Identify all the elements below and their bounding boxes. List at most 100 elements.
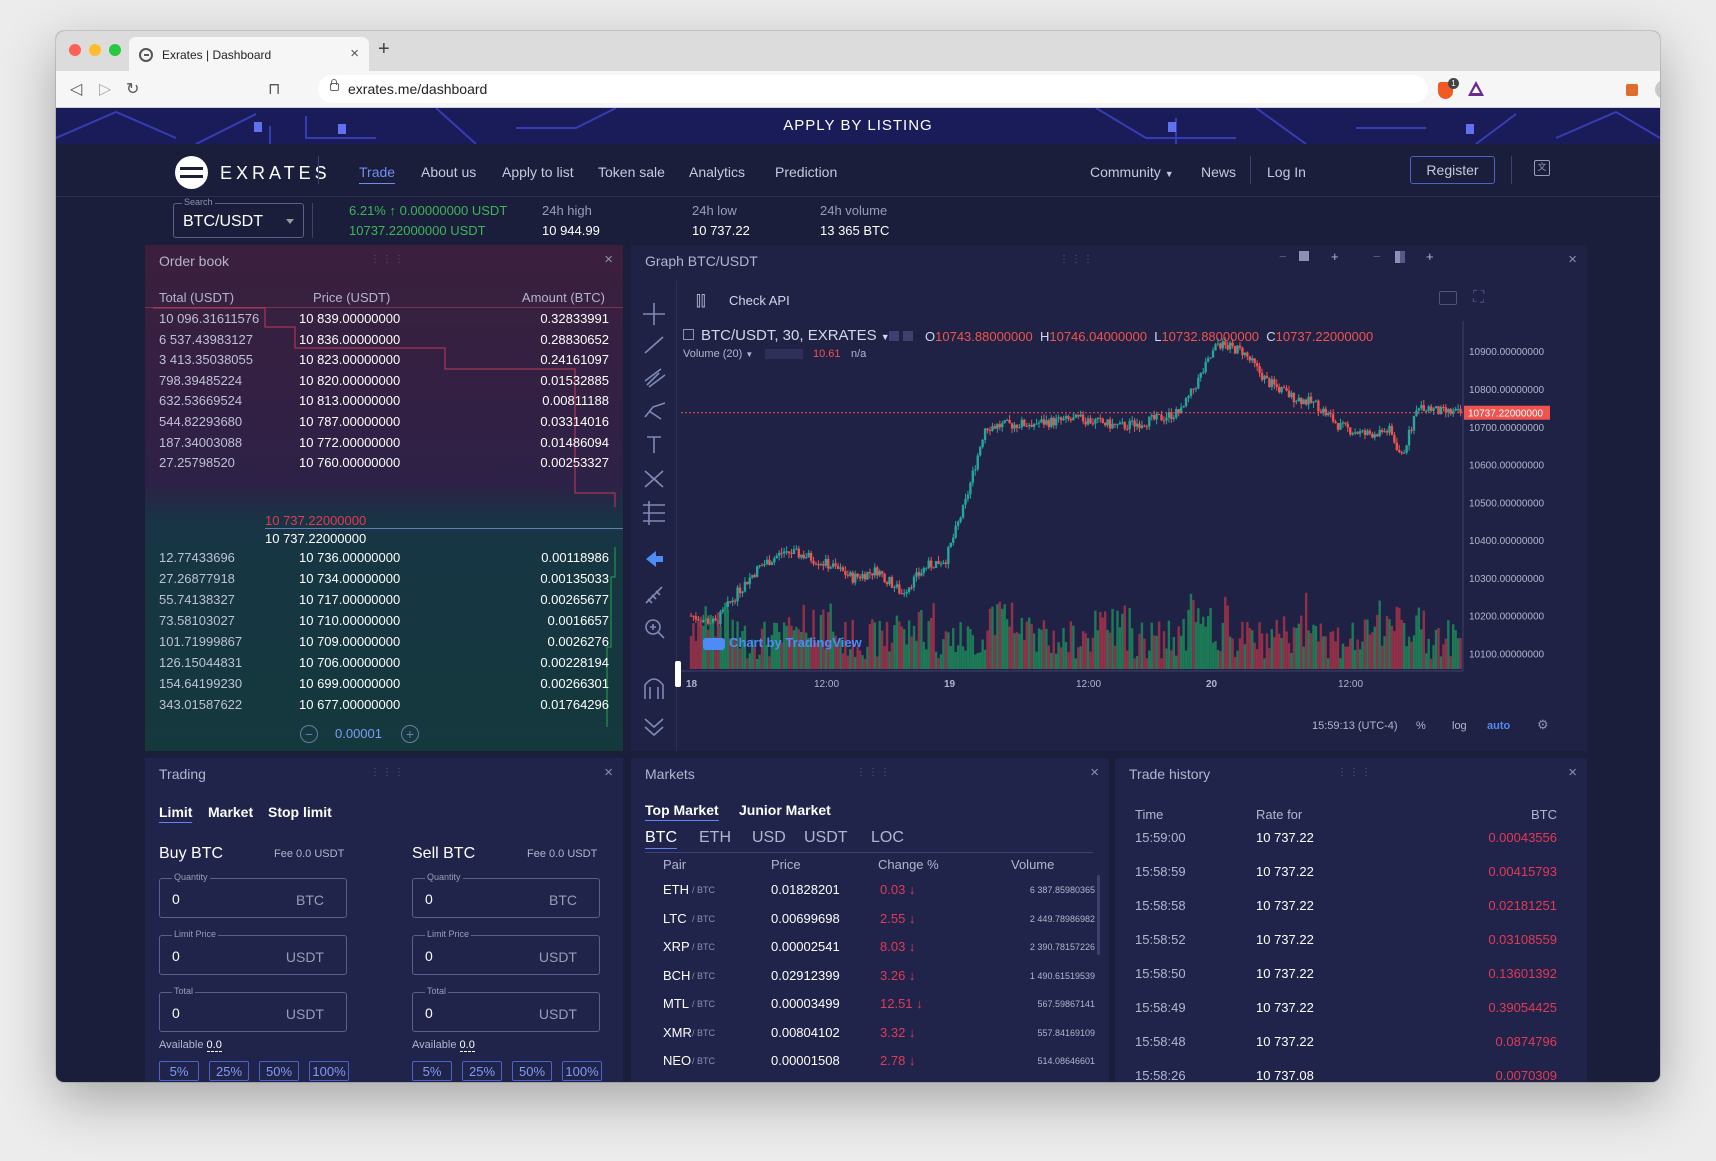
minimize-icon[interactable]: − <box>1279 249 1287 264</box>
ask-row[interactable]: 6 537.43983127 10 836.00000000 0.28830652 <box>145 330 623 350</box>
maximize-window-button[interactable] <box>109 44 121 56</box>
percent-toggle[interactable]: % <box>1416 720 1426 732</box>
login-link[interactable]: Log In <box>1267 164 1306 180</box>
nav-apply-to-list[interactable]: Apply to list <box>502 164 574 180</box>
currency-eth[interactable]: ETH <box>699 829 731 847</box>
sell-total-field[interactable]: Total 0 USDT <box>412 986 600 1032</box>
bid-row[interactable]: 27.26877918 10 734.00000000 0.00135033 <box>145 569 623 589</box>
history-row[interactable]: 15:58:58 10 737.22 0.02181251 <box>1115 892 1587 922</box>
bid-row[interactable]: 73.58103027 10 710.00000000 0.0016657 <box>145 611 623 631</box>
bid-row[interactable]: 12.77433696 10 736.00000000 0.00118986 <box>145 548 623 568</box>
drag-handle-icon[interactable]: ⋮⋮⋮ <box>370 767 406 778</box>
ask-row[interactable]: 798.39485224 10 820.00000000 0.01532885 <box>145 371 623 391</box>
nav-community[interactable]: Community ▼ <box>1090 164 1174 180</box>
buy-quantity-field[interactable]: Quantity 0 BTC <box>159 872 347 918</box>
bid-row[interactable]: 101.71999867 10 709.00000000 0.0026276 <box>145 632 623 652</box>
history-row[interactable]: 15:58:49 10 737.22 0.39054425 <box>1115 994 1587 1024</box>
market-row[interactable]: LTC / BTC 0.00699698 2.55 ↓ 2 449.78986982 <box>631 905 1109 935</box>
close-icon[interactable]: × <box>604 251 613 268</box>
browser-tab[interactable]: Exrates | Dashboard × <box>129 37 369 71</box>
nav-token-sale[interactable]: Token sale <box>598 164 665 180</box>
profile-avatar-icon[interactable] <box>1655 80 1660 99</box>
history-row[interactable]: 15:58:59 10 737.22 0.00415793 <box>1115 858 1587 888</box>
extension-icon[interactable] <box>1626 84 1638 96</box>
sell-50-percent-button[interactable]: 50% <box>512 1061 552 1081</box>
drag-handle-icon[interactable]: ⋮⋮⋮ <box>856 767 892 778</box>
nav-trade[interactable]: Trade <box>359 164 396 184</box>
bid-row[interactable]: 126.15044831 10 706.00000000 0.00228194 <box>145 653 623 673</box>
fullscreen-icon[interactable]: ⛶ <box>1473 289 1484 307</box>
minimize-window-button[interactable] <box>89 44 101 56</box>
currency-usdt[interactable]: USDT <box>804 829 848 847</box>
ask-row[interactable]: 544.82293680 10 787.00000000 0.03314016 <box>145 412 623 432</box>
market-row[interactable]: MTL / BTC 0.00003499 12.51 ↓ 567.59867141 <box>631 990 1109 1020</box>
ask-row[interactable]: 27.25798520 10 760.00000000 0.00253327 <box>145 453 623 473</box>
apply-banner[interactable]: APPLY BY LISTING <box>56 108 1660 144</box>
history-row[interactable]: 15:58:48 10 737.22 0.0874796 <box>1115 1028 1587 1058</box>
layout-icon[interactable] <box>1299 251 1309 261</box>
translate-icon[interactable]: 文 <box>1534 160 1550 176</box>
ask-row[interactable]: 187.34003088 10 772.00000000 0.01486094 <box>145 433 623 453</box>
market-row[interactable]: XRP / BTC 0.00002541 8.03 ↓ 2 390.78157226 <box>631 933 1109 963</box>
reload-icon[interactable]: ↻ <box>126 79 139 99</box>
market-row[interactable]: XMR / BTC 0.00804102 3.32 ↓ 557.84169109 <box>631 1019 1109 1049</box>
forward-icon[interactable]: ▷ <box>99 79 111 99</box>
sell-quantity-field[interactable]: Quantity 0 BTC <box>412 872 600 918</box>
tab-junior-market[interactable]: Junior Market <box>739 802 831 818</box>
tradingview-watermark[interactable]: Chart by TradingView <box>703 635 862 650</box>
nav-prediction[interactable]: Prediction <box>775 164 837 180</box>
camera-icon[interactable] <box>1439 291 1457 305</box>
tab-limit[interactable]: Limit <box>159 804 193 823</box>
add-icon[interactable]: + <box>1331 249 1339 264</box>
tab-stop-limit[interactable]: Stop limit <box>268 804 332 820</box>
tab-top-market[interactable]: Top Market <box>645 802 719 821</box>
drag-handle-icon[interactable]: ⋮⋮⋮ <box>1059 254 1095 265</box>
close-icon[interactable]: × <box>604 764 613 781</box>
bid-row[interactable]: 343.01587622 10 677.00000000 0.01764296 <box>145 695 623 715</box>
pair-search-select[interactable]: Search BTC/USDT <box>173 197 304 238</box>
close-icon[interactable]: × <box>1568 251 1577 268</box>
back-arrow-icon[interactable] <box>646 551 663 567</box>
url-field[interactable]: exrates.me/dashboard <box>318 75 1428 103</box>
check-api-button[interactable]: Check API <box>729 293 790 308</box>
history-row[interactable]: 15:58:26 10 737.08 0.0070309 <box>1115 1062 1587 1082</box>
close-icon[interactable]: × <box>1090 764 1099 781</box>
sell-5-percent-button[interactable]: 5% <box>412 1061 452 1081</box>
buy-100-percent-button[interactable]: 100% <box>309 1061 349 1081</box>
market-row[interactable]: ETH / BTC 0.01828201 0.03 ↓ 6 387.85980365 <box>631 876 1109 906</box>
candlestick-chart[interactable]: 10900.00000000 10800.00000000 10700.000000… <box>681 321 1551 721</box>
nav-about-us[interactable]: About us <box>421 164 476 180</box>
buy-5-percent-button[interactable]: 5% <box>159 1061 199 1081</box>
drag-handle-icon[interactable]: ⋮⋮⋮ <box>1337 767 1373 778</box>
tab-market[interactable]: Market <box>208 804 253 820</box>
log-toggle[interactable]: log <box>1452 720 1467 732</box>
history-row[interactable]: 15:58:50 10 737.22 0.13601392 <box>1115 960 1587 990</box>
buy-limit-price-field[interactable]: Limit Price 0 USDT <box>159 929 347 975</box>
new-tab-icon[interactable]: + <box>378 38 390 61</box>
available-value[interactable]: 0.0 <box>206 1039 222 1052</box>
buy-total-field[interactable]: Total 0 USDT <box>159 986 347 1032</box>
nav-news[interactable]: News <box>1201 164 1236 180</box>
available-value[interactable]: 0.0 <box>459 1039 475 1052</box>
bid-row[interactable]: 55.74138327 10 717.00000000 0.00265677 <box>145 590 623 610</box>
buy-50-percent-button[interactable]: 50% <box>259 1061 299 1081</box>
sell-100-percent-button[interactable]: 100% <box>562 1061 602 1081</box>
ask-row[interactable]: 3 413.35038055 10 823.00000000 0.24161097 <box>145 350 623 370</box>
drag-handle-icon[interactable]: ⋮⋮⋮ <box>370 254 406 265</box>
close-tab-icon[interactable]: × <box>350 45 359 62</box>
auto-toggle[interactable]: auto <box>1487 720 1510 732</box>
currency-loc[interactable]: LOC <box>871 829 904 847</box>
bookmark-icon[interactable]: ⊓ <box>268 79 280 99</box>
sell-25-percent-button[interactable]: 25% <box>462 1061 502 1081</box>
logo-text[interactable]: EXRATES <box>220 163 331 184</box>
close-window-button[interactable] <box>69 44 81 56</box>
plus-icon[interactable]: + <box>401 725 419 743</box>
market-row[interactable]: NEO / BTC 0.00001508 2.78 ↓ 514.08646601 <box>631 1047 1109 1077</box>
sell-limit-price-field[interactable]: Limit Price 0 USDT <box>412 929 600 975</box>
brave-rewards-icon[interactable] <box>1468 81 1484 96</box>
register-button[interactable]: Register <box>1410 156 1495 184</box>
close-icon[interactable]: × <box>1568 764 1577 781</box>
minimize-icon[interactable]: − <box>1373 249 1381 264</box>
chart-settings-icon[interactable]: ⚙ <box>1537 717 1549 733</box>
buy-25-percent-button[interactable]: 25% <box>209 1061 249 1081</box>
